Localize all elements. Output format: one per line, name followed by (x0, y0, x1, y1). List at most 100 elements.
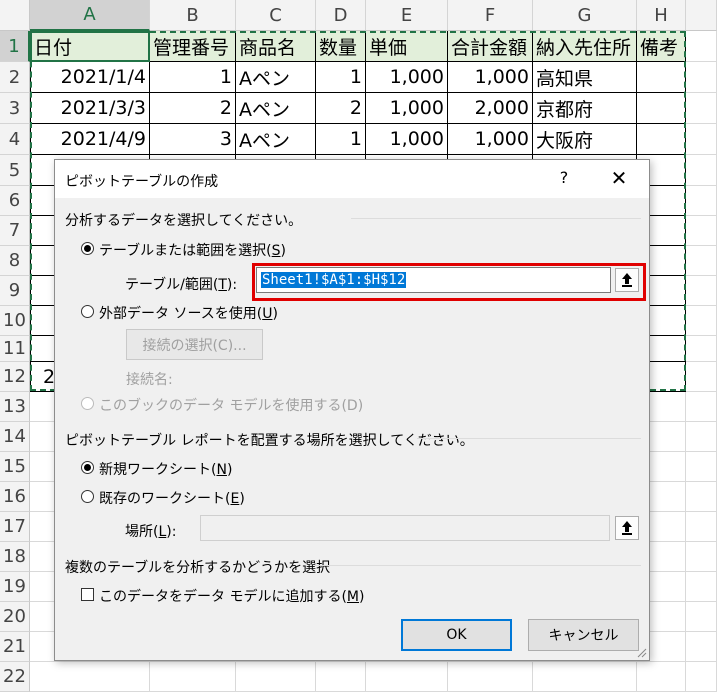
cell-f2[interactable]: 1,000 (448, 62, 533, 93)
cell-filler[interactable] (686, 276, 717, 306)
cell-g3[interactable]: 京都府 (533, 93, 637, 124)
radio-existing-worksheet-label[interactable]: 既存のワークシート(E) (99, 488, 245, 508)
column-header-b[interactable]: B (150, 0, 236, 31)
column-header-e[interactable]: E (366, 0, 448, 31)
row-header-13[interactable]: 13 (0, 392, 30, 422)
radio-new-worksheet[interactable] (81, 461, 94, 474)
cell-a22[interactable] (30, 662, 150, 692)
add-to-data-model-checkbox[interactable] (81, 588, 94, 601)
cell-c3[interactable]: Aペン (236, 93, 316, 124)
cell-filler[interactable] (686, 602, 717, 632)
cell-c22[interactable] (236, 662, 316, 692)
cell-g4[interactable]: 大阪府 (533, 124, 637, 155)
cell-filler[interactable] (686, 62, 717, 93)
cell-filler[interactable] (686, 216, 717, 246)
cell-filler[interactable] (686, 31, 717, 62)
cell-b1[interactable]: 管理番号 (150, 31, 236, 62)
cell-filler[interactable] (686, 246, 717, 276)
cell-b2[interactable]: 1 (150, 62, 236, 93)
range-collapse-button[interactable] (615, 268, 639, 292)
row-header-19[interactable]: 19 (0, 572, 30, 602)
row-header-20[interactable]: 20 (0, 602, 30, 632)
column-header-c[interactable]: C (236, 0, 316, 31)
cancel-button[interactable]: キャンセル (528, 619, 639, 651)
cell-filler[interactable] (686, 155, 717, 186)
cell-h1[interactable]: 備考 (637, 31, 686, 62)
row-header-1[interactable]: 1 (0, 31, 30, 62)
cell-filler[interactable] (686, 306, 717, 336)
radio-external-source-label[interactable]: 外部データ ソースを使用(U) (99, 303, 278, 323)
row-header-10[interactable]: 10 (0, 306, 30, 336)
cell-filler[interactable] (686, 572, 717, 602)
cell-e1[interactable]: 単価 (366, 31, 448, 62)
choose-connection-button[interactable]: 接続の選択(C)... (126, 329, 263, 360)
cell-filler[interactable] (686, 452, 717, 482)
cell-h3[interactable] (637, 93, 686, 124)
cell-c2[interactable]: Aペン (236, 62, 316, 93)
cell-a3[interactable]: 2021/3/3 (30, 93, 150, 124)
range-input[interactable]: Sheet1!$A$1:$H$12 (256, 267, 611, 293)
row-header-18[interactable]: 18 (0, 542, 30, 572)
cell-filler[interactable] (686, 124, 717, 155)
cell-e2[interactable]: 1,000 (366, 62, 448, 93)
cell-h4[interactable] (637, 124, 686, 155)
cell-e3[interactable]: 1,000 (366, 93, 448, 124)
row-header-9[interactable]: 9 (0, 276, 30, 306)
row-header-4[interactable]: 4 (0, 124, 30, 155)
cell-d22[interactable] (316, 662, 366, 692)
cell-h2[interactable] (637, 62, 686, 93)
resize-grip-icon[interactable] (637, 648, 647, 658)
cell-c1[interactable]: 商品名 (236, 31, 316, 62)
column-header-a[interactable]: A (30, 0, 150, 31)
cell-d2[interactable]: 1 (316, 62, 366, 93)
cell-b22[interactable] (150, 662, 236, 692)
radio-data-model-label[interactable]: このブックのデータ モデルを使用する(D) (99, 395, 363, 415)
cell-a4[interactable]: 2021/4/9 (30, 124, 150, 155)
radio-new-worksheet-label[interactable]: 新規ワークシート(N) (99, 459, 232, 479)
cell-c4[interactable]: Aペン (236, 124, 316, 155)
radio-table-range-label[interactable]: テーブルまたは範囲を選択(S) (99, 240, 286, 260)
cell-a1[interactable]: 日付 (30, 31, 150, 62)
cell-g1[interactable]: 納入先住所 (533, 31, 637, 62)
column-header-f[interactable]: F (448, 0, 533, 31)
row-header-12[interactable]: 12 (0, 362, 30, 392)
cell-a2[interactable]: 2021/1/4 (30, 62, 150, 93)
row-header-8[interactable]: 8 (0, 246, 30, 276)
row-header-7[interactable]: 7 (0, 216, 30, 246)
radio-table-range[interactable] (81, 242, 94, 255)
location-collapse-button[interactable] (615, 516, 639, 540)
help-button[interactable]: ? (553, 168, 575, 190)
row-header-3[interactable]: 3 (0, 93, 30, 124)
cell-filler[interactable] (686, 336, 717, 362)
row-header-22[interactable]: 22 (0, 662, 30, 692)
cell-filler[interactable] (686, 512, 717, 542)
cell-e4[interactable]: 1,000 (366, 124, 448, 155)
cell-filler[interactable] (686, 662, 717, 692)
row-header-5[interactable]: 5 (0, 155, 30, 186)
cell-filler[interactable] (686, 632, 717, 662)
row-header-2[interactable]: 2 (0, 62, 30, 93)
cell-g22[interactable] (533, 662, 637, 692)
cell-b4[interactable]: 3 (150, 124, 236, 155)
row-header-11[interactable]: 11 (0, 336, 30, 362)
row-header-21[interactable]: 21 (0, 632, 30, 662)
row-header-17[interactable]: 17 (0, 512, 30, 542)
cell-b3[interactable]: 2 (150, 93, 236, 124)
close-icon[interactable]: ✕ (607, 166, 631, 190)
cell-f22[interactable] (448, 662, 533, 692)
cell-g2[interactable]: 高知県 (533, 62, 637, 93)
row-header-16[interactable]: 16 (0, 482, 30, 512)
row-header-6[interactable]: 6 (0, 186, 30, 216)
ok-button[interactable]: OK (401, 619, 512, 651)
radio-data-model[interactable] (81, 397, 94, 410)
cell-d1[interactable]: 数量 (316, 31, 366, 62)
cell-filler[interactable] (686, 362, 717, 392)
cell-d4[interactable]: 1 (316, 124, 366, 155)
row-header-15[interactable]: 15 (0, 452, 30, 482)
cell-filler[interactable] (686, 93, 717, 124)
column-header-d[interactable]: D (316, 0, 366, 31)
cell-filler[interactable] (686, 482, 717, 512)
cell-filler[interactable] (686, 392, 717, 422)
radio-existing-worksheet[interactable] (81, 490, 94, 503)
cell-e22[interactable] (366, 662, 448, 692)
